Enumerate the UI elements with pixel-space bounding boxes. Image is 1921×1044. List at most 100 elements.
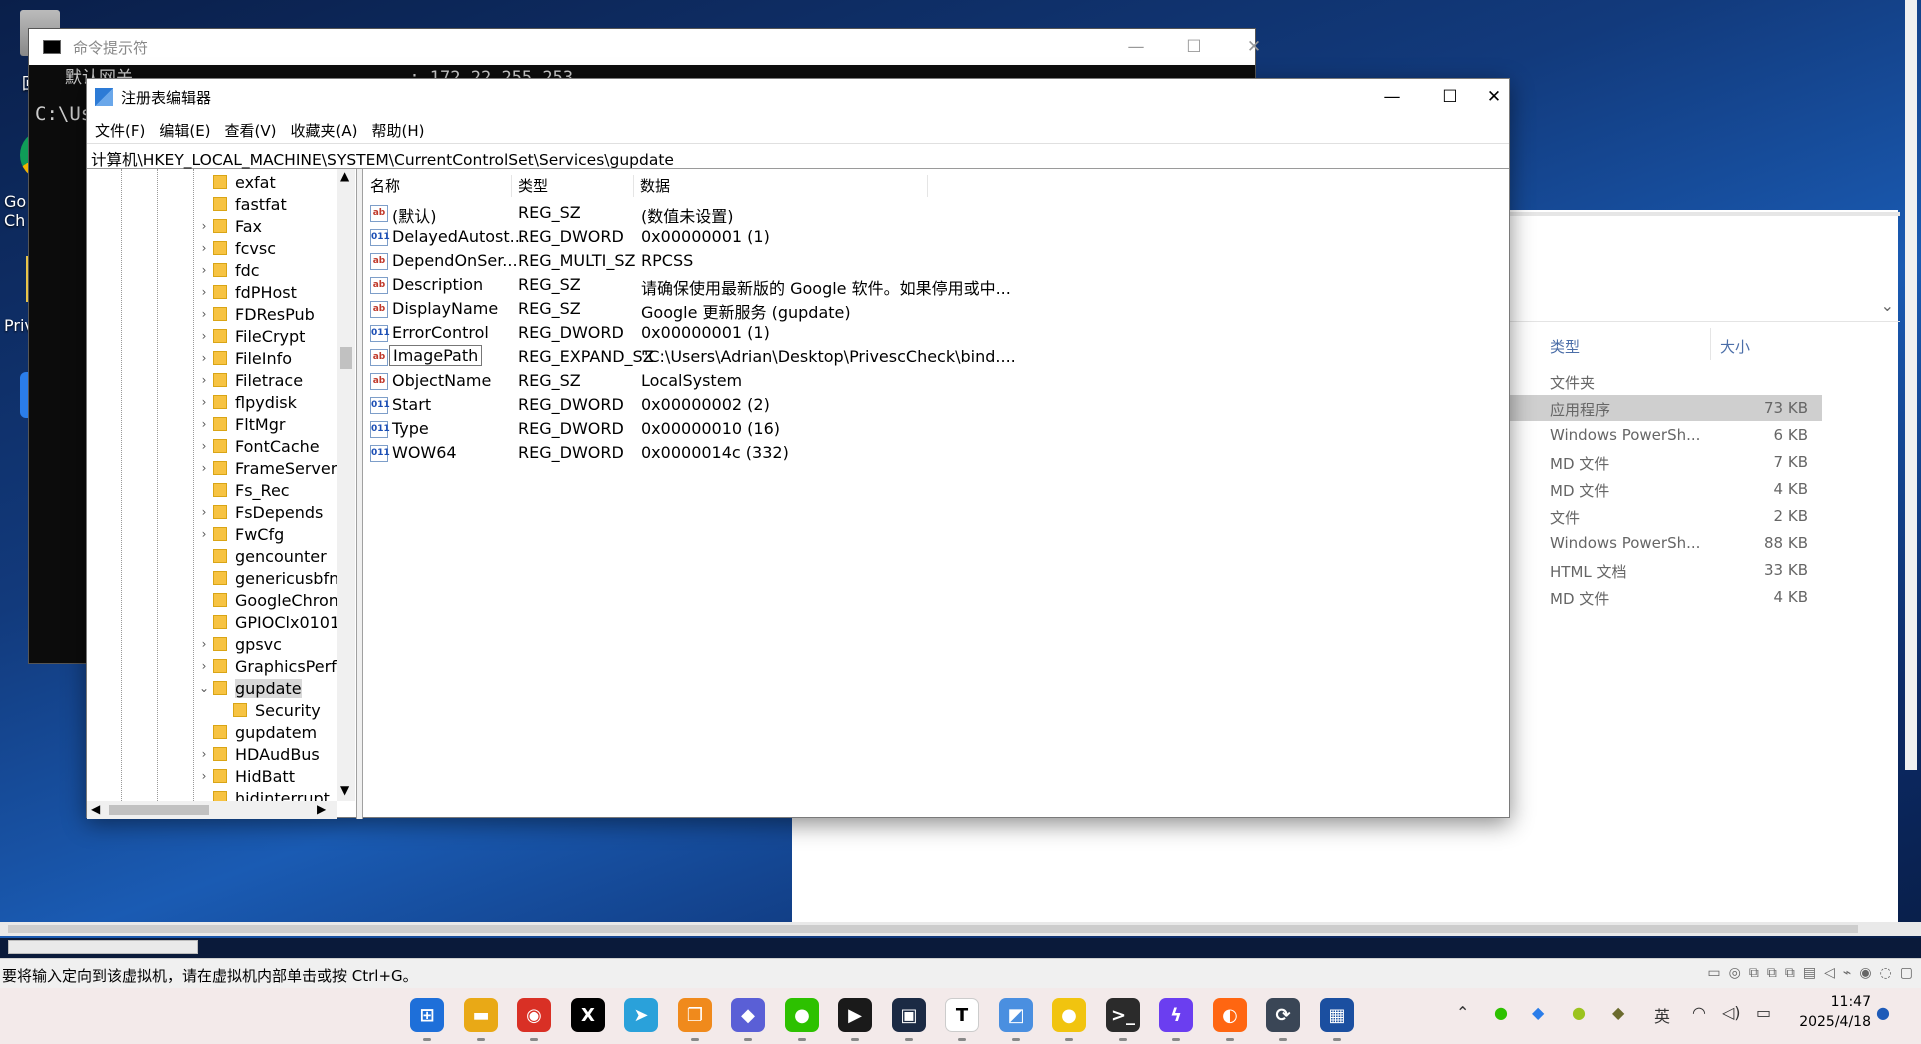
taskbar-terminal-green-icon[interactable]: ▶ — [838, 998, 872, 1032]
clock[interactable]: 11:47 2025/4/18 — [1799, 992, 1871, 1032]
tree-key-fs-rec[interactable]: Fs_Rec — [195, 479, 290, 501]
minimize-icon[interactable]: — — [1363, 79, 1421, 115]
explorer-file-row[interactable]: 文件夹 — [1510, 368, 1822, 394]
tray-lemon-icon[interactable]: ● — [1572, 1003, 1586, 1022]
registry-value-row[interactable]: ab ImagePath REG_EXPAND_SZ "C:\Users\Adrian… — [368, 345, 1468, 369]
taskbar-vm-app-icon[interactable]: ▣ — [892, 998, 926, 1032]
chevron-right-icon[interactable]: › — [195, 527, 213, 541]
tree-key-fdc[interactable]: › fdc — [195, 259, 260, 281]
explorer-file-row[interactable]: HTML 文档 33 KB — [1510, 557, 1822, 583]
tree-key-filecrypt[interactable]: › FileCrypt — [195, 325, 306, 347]
taskbar-remote-app-icon[interactable]: ▦ — [1320, 998, 1354, 1032]
chevron-down-icon[interactable]: ⌄ — [1881, 296, 1894, 315]
menu-favorites[interactable]: 收藏夹(A) — [283, 117, 364, 143]
chevron-right-icon[interactable]: › — [195, 461, 213, 475]
registry-value-row[interactable]: 011 DelayedAutost... REG_DWORD 0x00000001 (… — [368, 225, 1468, 249]
registry-value-row[interactable]: ab DependOnSer... REG_MULTI_SZ RPCSS — [368, 249, 1468, 273]
taskbar-image-app-icon[interactable]: ◩ — [999, 998, 1033, 1032]
explorer-column-size[interactable]: 大小 — [1720, 336, 1750, 357]
tree-key-hdaudbus[interactable]: › HDAudBus — [195, 743, 320, 765]
tree-key-graphicsperfs[interactable]: › GraphicsPerfS — [195, 655, 347, 677]
chevron-right-icon[interactable]: › — [195, 659, 213, 673]
column-header-type[interactable]: 类型 — [512, 175, 634, 197]
tree-key-exfat[interactable]: exfat — [195, 171, 276, 193]
minimize-icon[interactable]: — — [1107, 29, 1165, 65]
explorer-file-row[interactable]: MD 文件 4 KB — [1510, 584, 1822, 610]
chevron-right-icon[interactable]: › — [195, 769, 213, 783]
sound-icon[interactable]: ◁ — [1824, 965, 1835, 981]
menu-help[interactable]: 帮助(H) — [363, 117, 430, 143]
tree-key-gpsvc[interactable]: › gpsvc — [195, 633, 282, 655]
tray-wechat-icon[interactable]: ● — [1494, 1003, 1508, 1022]
cd-icon[interactable]: ◎ — [1729, 965, 1741, 981]
menu-file[interactable]: 文件(F) — [87, 117, 151, 143]
explorer-file-row[interactable]: 应用程序 73 KB — [1510, 395, 1822, 421]
taskbar-chrome-icon[interactable]: ◉ — [517, 998, 551, 1032]
maximize-icon[interactable]: ☐ — [1421, 79, 1479, 115]
chevron-right-icon[interactable]: › — [195, 373, 213, 387]
explorer-vertical-scrollbar[interactable] — [1905, 0, 1917, 770]
vm-tab[interactable] — [8, 940, 198, 954]
chevron-right-icon[interactable]: › — [195, 241, 213, 255]
tree-key-gencounter[interactable]: gencounter — [195, 545, 327, 567]
wifi-icon[interactable]: ◠ — [1692, 1003, 1706, 1022]
chevron-down-icon[interactable]: ⌄ — [195, 681, 213, 695]
close-icon[interactable]: ✕ — [1225, 29, 1283, 65]
registry-value-row[interactable]: 011 Type REG_DWORD 0x00000010 (16) — [368, 417, 1468, 441]
tree-key-gupdatem[interactable]: gupdatem — [195, 721, 317, 743]
battery-icon[interactable]: ▭ — [1756, 1003, 1771, 1022]
menu-view[interactable]: 查看(V) — [217, 117, 283, 143]
chevron-right-icon[interactable]: › — [195, 263, 213, 277]
tree-key-filetrace[interactable]: › Filetrace — [195, 369, 303, 391]
tree-vertical-scrollbar[interactable]: ▲ ▼ — [337, 169, 355, 801]
volume-icon[interactable]: ◁) — [1722, 1003, 1741, 1022]
printer-icon[interactable]: ▤ — [1803, 965, 1816, 981]
taskbar-start-button-icon[interactable]: ⊞ — [410, 998, 444, 1032]
tree-key-gpioclx0101[interactable]: GPIOClx0101 — [195, 611, 340, 633]
camera-icon[interactable]: ◉ — [1859, 965, 1871, 981]
tree-key-genericusbfn[interactable]: genericusbfn — [195, 567, 339, 589]
taskbar-firefox-icon[interactable]: ◐ — [1213, 998, 1247, 1032]
explorer-file-row[interactable]: Windows PowerSh... 6 KB — [1510, 422, 1822, 448]
tree-key-fax[interactable]: › Fax — [195, 215, 262, 237]
taskbar-typora-icon[interactable]: T — [945, 998, 979, 1032]
taskbar-terminal-icon[interactable]: >_ — [1106, 998, 1140, 1032]
registry-value-row[interactable]: ab (默认) REG_SZ (数值未设置) — [368, 201, 1468, 226]
tray-app-icon[interactable]: ◆ — [1532, 1003, 1544, 1022]
maximize-icon[interactable]: ☐ — [1165, 29, 1223, 65]
column-header-data[interactable]: 数据 — [634, 175, 928, 197]
taskbar-telegram-icon[interactable]: ➤ — [624, 998, 658, 1032]
notification-bell-icon[interactable]: ● — [1876, 1003, 1890, 1022]
vm-horizontal-scrollbar[interactable] — [0, 922, 1921, 936]
explorer-file-row[interactable]: MD 文件 4 KB — [1510, 476, 1822, 502]
tree-key-fastfat[interactable]: fastfat — [195, 193, 287, 215]
address-bar[interactable]: 计算机\HKEY_LOCAL_MACHINE\SYSTEM\CurrentCon… — [87, 143, 1509, 169]
taskbar-file-explorer-icon[interactable]: ▬ — [464, 998, 498, 1032]
tree-key-fltmgr[interactable]: › FltMgr — [195, 413, 286, 435]
cmd-title-bar[interactable]: 命令提示符 — ☐ ✕ — [29, 29, 1261, 65]
tree-key-fcvsc[interactable]: › fcvsc — [195, 237, 276, 259]
taskbar-cat-app-icon[interactable]: ◆ — [731, 998, 765, 1032]
close-icon[interactable]: ✕ — [1479, 79, 1509, 115]
tree-horizontal-scrollbar[interactable]: ◀ ▶ — [87, 801, 337, 819]
tree-key-hidbatt[interactable]: › HidBatt — [195, 765, 295, 787]
scroll-right-icon[interactable]: ▶ — [317, 802, 326, 816]
taskbar-wechat-icon[interactable]: ● — [785, 998, 819, 1032]
scroll-thumb[interactable] — [340, 347, 352, 369]
explorer-file-row[interactable]: Windows PowerSh... 88 KB — [1510, 530, 1822, 556]
tree-key-fileinfo[interactable]: › FileInfo — [195, 347, 292, 369]
pane-splitter[interactable] — [357, 169, 363, 819]
taskbar-copy-app-icon[interactable]: ❐ — [678, 998, 712, 1032]
chevron-right-icon[interactable]: › — [195, 329, 213, 343]
hdd-icon[interactable]: ▭ — [1707, 965, 1720, 981]
chevron-right-icon[interactable]: › — [195, 417, 213, 431]
explorer-file-row[interactable]: MD 文件 7 KB — [1510, 449, 1822, 475]
column-header-name[interactable]: 名称 — [364, 175, 512, 197]
chevron-right-icon[interactable]: › — [195, 307, 213, 321]
display-icon[interactable]: ▢ — [1900, 965, 1913, 981]
tray-chevron-up-icon[interactable]: ⌃ — [1456, 1003, 1469, 1022]
registry-value-row[interactable]: 011 Start REG_DWORD 0x00000002 (2) — [368, 393, 1468, 417]
scroll-thumb[interactable] — [109, 805, 209, 815]
tree-key-fdrespub[interactable]: › FDResPub — [195, 303, 315, 325]
taskbar-x-app-icon[interactable]: X — [571, 998, 605, 1032]
